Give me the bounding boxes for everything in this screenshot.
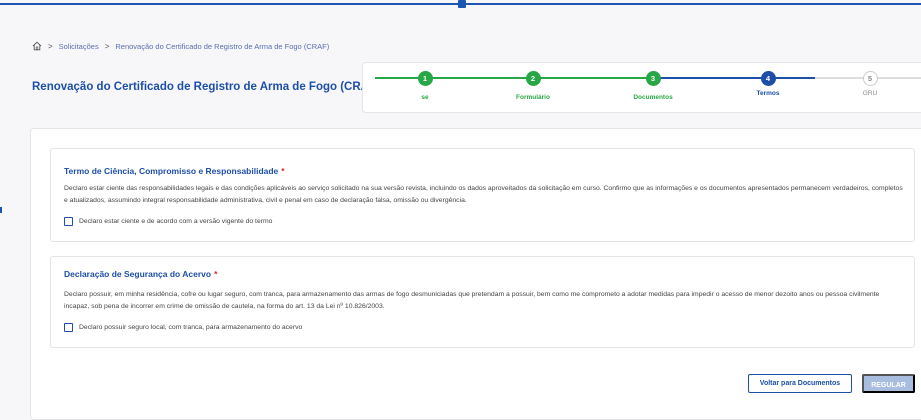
required-marker: *: [281, 166, 285, 176]
terms-card: Termo de Ciência, Compromisso e Responsa…: [50, 148, 915, 242]
security-card: Declaração de Segurança do Acervo * Decla…: [50, 256, 915, 348]
step-circle: 4: [760, 71, 776, 86]
breadcrumb: > Solicitações > Renovação do Certificad…: [32, 41, 329, 51]
step-circle: 1: [417, 71, 433, 86]
home-icon[interactable]: [32, 41, 42, 51]
left-edge-marker: [0, 207, 2, 213]
step-label: GRU: [862, 90, 878, 97]
terms-title: Termo de Ciência, Compromisso e Responsa…: [64, 166, 285, 176]
breadcrumb-item-current: Renovação do Certificado de Registro de …: [115, 41, 330, 51]
progress-stepper: 1 se 2 Formulário 3 Documentos 4 Termos …: [362, 62, 921, 113]
step-4: 4 Termos: [728, 71, 808, 97]
top-progress-handle[interactable]: [458, 0, 466, 8]
back-to-documents-button[interactable]: Voltar para Documentos: [748, 374, 852, 393]
step-label: Documentos: [633, 94, 673, 101]
security-checkbox-label: Declaro possuir seguro local, com tranca…: [79, 324, 303, 331]
page-title: Renovação do Certificado de Registro de …: [32, 81, 380, 93]
terms-agree-checkbox[interactable]: [64, 217, 73, 226]
step-2: 2 Formulário: [493, 71, 573, 101]
breadcrumb-separator: >: [48, 41, 53, 51]
step-label: Termos: [756, 90, 780, 97]
step-label: se: [421, 94, 429, 101]
step-label: Formulário: [516, 94, 550, 101]
step-circle: 3: [645, 71, 661, 86]
security-title-text: Declaração de Segurança do Acervo: [64, 269, 212, 279]
step-1: 1 se: [385, 71, 465, 101]
breadcrumb-item-solicitacoes[interactable]: Solicitações: [59, 42, 99, 51]
terms-agree-label: Declaro estar ciente e de acordo com a v…: [79, 218, 273, 225]
step-3: 3 Documentos: [613, 71, 693, 101]
required-marker: *: [214, 269, 218, 279]
terms-text: Declaro estar ciente das responsabilidad…: [64, 185, 903, 204]
security-checkbox-row[interactable]: Declaro possuir seguro local, com tranca…: [64, 323, 302, 332]
top-progress-bar: [0, 0, 921, 8]
terms-title-text: Termo de Ciência, Compromisso e Responsa…: [64, 166, 279, 176]
breadcrumb-separator: >: [104, 41, 110, 51]
security-title: Declaração de Segurança do Acervo *: [64, 269, 217, 279]
security-text: Declaro possuir, em minha residência, co…: [64, 291, 880, 310]
step-circle: 2: [525, 71, 541, 86]
step-circle: 5: [862, 71, 878, 86]
step-5: 5 GRU: [830, 71, 910, 97]
terms-agree-checkbox-row[interactable]: Declaro estar ciente e de acordo com a v…: [64, 217, 272, 226]
submit-button[interactable]: REGULAR: [862, 374, 915, 393]
security-checkbox[interactable]: [64, 323, 73, 332]
